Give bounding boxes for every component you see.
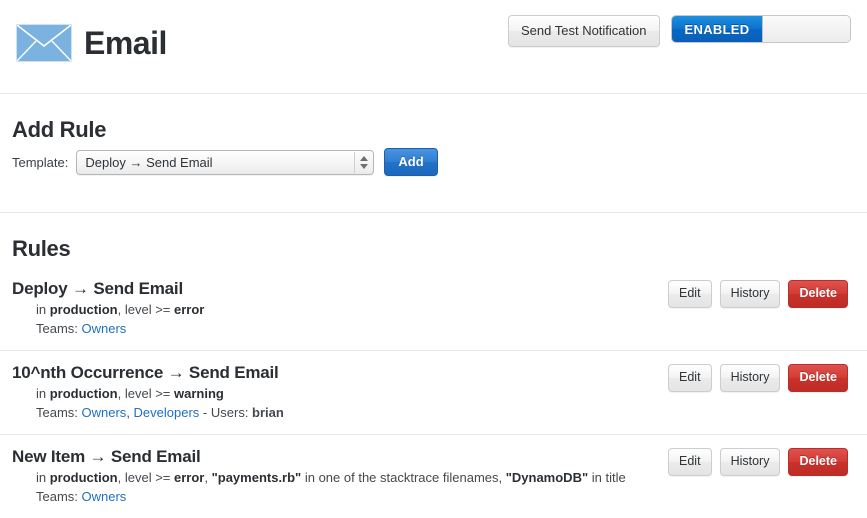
arrow-down-icon xyxy=(359,163,368,169)
add-rule-section: Add Rule Template: Deploy → Send Email A… xyxy=(0,94,867,213)
add-rule-heading: Add Rule xyxy=(12,117,107,142)
rule-recipients: Teams: Owners, Developers - Users: brian xyxy=(36,405,284,420)
template-select-stepper[interactable] xyxy=(354,151,373,173)
email-notification-settings-page: Email Send Test Notification ENABLED Add… xyxy=(0,0,867,518)
history-rule-button[interactable]: History xyxy=(719,448,781,476)
rule-row: New Item → Send Email in production, leve… xyxy=(0,434,867,518)
page-title: Email xyxy=(84,25,167,61)
delete-rule-button[interactable]: Delete xyxy=(788,364,848,392)
toggle-off-segment[interactable] xyxy=(762,16,850,42)
history-rule-button[interactable]: History xyxy=(719,280,781,308)
add-rule-form: Template: Deploy → Send Email Add xyxy=(12,148,438,176)
rule-recipients: Teams: Owners xyxy=(36,489,127,504)
send-test-notification-button[interactable]: Send Test Notification xyxy=(508,15,660,47)
rule-row: 10^nth Occurrence → Send Email in product… xyxy=(0,350,867,434)
team-link[interactable]: Developers xyxy=(134,405,200,420)
team-link[interactable]: Owners xyxy=(82,405,127,420)
arrow-up-icon xyxy=(359,155,368,161)
toggle-on-segment[interactable]: ENABLED xyxy=(672,16,762,42)
edit-rule-button[interactable]: Edit xyxy=(668,280,712,308)
template-select-value: Deploy → Send Email xyxy=(85,154,213,170)
rule-actions: Edit History Delete xyxy=(668,280,848,308)
rule-recipients: Teams: Owners xyxy=(36,321,127,336)
template-select[interactable]: Deploy → Send Email xyxy=(76,149,375,175)
delete-rule-button[interactable]: Delete xyxy=(788,448,848,476)
history-rule-button[interactable]: History xyxy=(719,364,781,392)
rule-row: Deploy → Send Email in production, level … xyxy=(0,267,867,350)
enabled-toggle[interactable]: ENABLED xyxy=(671,15,851,43)
rule-actions: Edit History Delete xyxy=(668,448,848,476)
edit-rule-button[interactable]: Edit xyxy=(668,448,712,476)
delete-rule-button[interactable]: Delete xyxy=(788,280,848,308)
add-rule-button[interactable]: Add xyxy=(384,148,438,176)
team-link[interactable]: Owners xyxy=(82,321,127,336)
rules-heading: Rules xyxy=(12,236,71,261)
envelope-icon xyxy=(16,24,72,62)
team-link[interactable]: Owners xyxy=(82,489,127,504)
rules-list: Deploy → Send Email in production, level … xyxy=(0,267,867,518)
page-header: Email Send Test Notification ENABLED xyxy=(0,0,867,94)
template-label: Template: xyxy=(12,154,69,170)
edit-rule-button[interactable]: Edit xyxy=(668,364,712,392)
rule-actions: Edit History Delete xyxy=(668,364,848,392)
